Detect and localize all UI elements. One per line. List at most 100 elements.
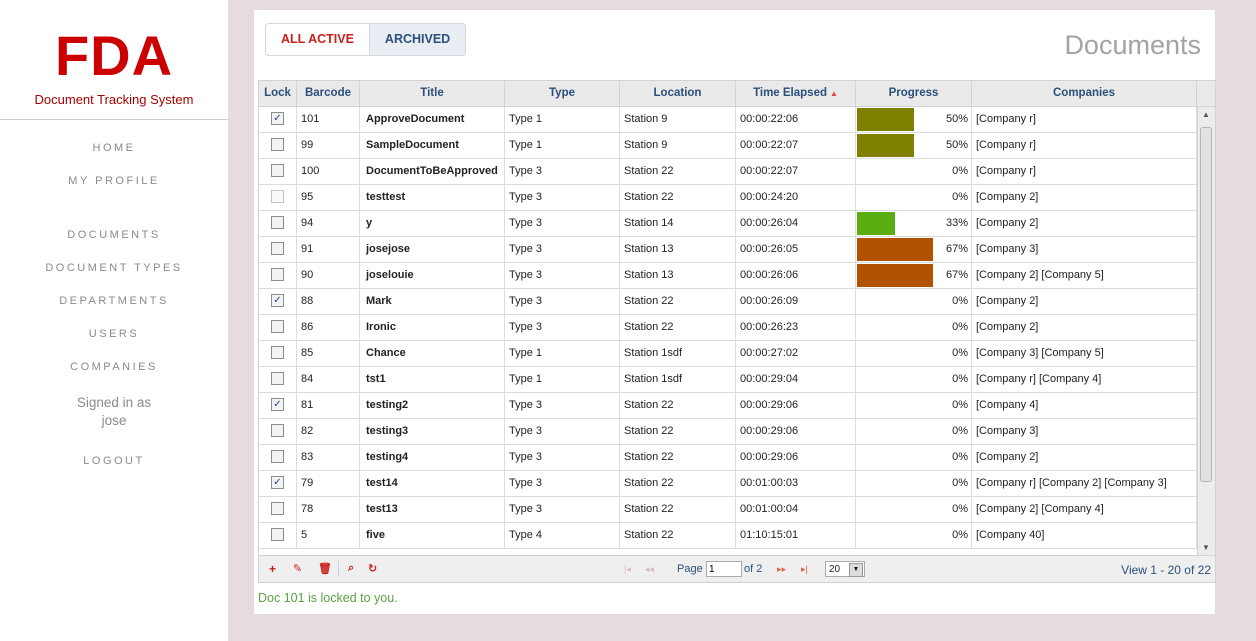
table-row[interactable]: 95 testtest Type 3 Station 22 00:00:24:20 0% [… [259,185,1197,211]
lock-checkbox[interactable] [271,241,284,255]
column-header-time-elapsed[interactable]: Time Elapsed ▲ [736,81,856,106]
nav-users[interactable]: USERS [0,318,228,351]
logout-link[interactable]: LOGOUT [0,455,228,467]
lock-cell [259,341,297,366]
last-page-icon[interactable]: ▸| [801,564,808,575]
table-row[interactable]: 90 joselouie Type 3 Station 13 00:00:26:06 67… [259,263,1197,289]
barcode-cell: 78 [297,497,360,522]
edit-icon[interactable]: ✎ [293,562,302,575]
progress-cell: 0% [856,471,972,496]
page-number-input[interactable] [706,561,742,577]
table-row[interactable]: ✓ 101 ApproveDocument Type 1 Station 9 00:00:… [259,107,1197,133]
time-elapsed-cell: 00:00:29:04 [736,367,856,392]
tab-all-active[interactable]: ALL ACTIVE [266,24,369,55]
lock-checkbox[interactable] [271,345,284,359]
progress-cell: 0% [856,445,972,470]
lock-checkbox[interactable] [271,137,284,151]
title-cell: five [360,523,505,548]
column-header-title[interactable]: Title [360,81,505,106]
lock-checkbox[interactable] [271,163,284,177]
table-row[interactable]: 91 josejose Type 3 Station 13 00:00:26:05 67%… [259,237,1197,263]
type-cell: Type 3 [505,315,620,340]
table-row[interactable]: 84 tst1 Type 1 Station 1sdf 00:00:29:04 0% [Co… [259,367,1197,393]
documents-panel: ALL ACTIVE ARCHIVED Documents Lock Barco… [254,10,1216,614]
column-header-barcode[interactable]: Barcode [297,81,360,106]
title-cell: DocumentToBeApproved [360,159,505,184]
time-elapsed-cell: 00:00:22:06 [736,107,856,132]
table-row[interactable]: 94 y Type 3 Station 14 00:00:26:04 33% [Compan… [259,211,1197,237]
nav-document-types[interactable]: DOCUMENT TYPES [0,252,228,285]
location-cell: Station 13 [620,237,736,262]
column-header-type[interactable]: Type [505,81,620,106]
sidebar: FDA Document Tracking System HOME MY PRO… [0,0,228,641]
scroll-up-icon[interactable]: ▲ [1202,110,1210,119]
delete-icon[interactable]: 🗑 [318,562,332,575]
first-page-icon[interactable]: |◂ [624,564,631,575]
page-size-select[interactable]: 20 ▼ [825,561,865,577]
table-row[interactable]: ✓ 81 testing2 Type 3 Station 22 00:00:29:06 0%… [259,393,1197,419]
scrollbar-thumb[interactable] [1200,127,1212,482]
next-page-icon[interactable]: ▸▸ [777,564,786,575]
lock-checkbox[interactable] [271,501,284,515]
prev-page-icon[interactable]: ◂◂ [645,564,654,575]
lock-cell [259,445,297,470]
barcode-cell: 100 [297,159,360,184]
table-row[interactable]: 82 testing3 Type 3 Station 22 00:00:29:06 0% [… [259,419,1197,445]
companies-cell: [Company 4] [972,393,1197,418]
companies-cell: [Company r] [972,133,1197,158]
column-header-progress[interactable]: Progress [856,81,972,106]
time-elapsed-cell: 00:00:26:23 [736,315,856,340]
lock-checkbox[interactable] [271,267,284,281]
location-cell: Station 9 [620,133,736,158]
time-elapsed-cell: 00:00:26:09 [736,289,856,314]
chevron-down-icon: ▼ [849,563,863,577]
nav-companies[interactable]: COMPANIES [0,351,228,384]
pager-separator [338,561,339,577]
lock-cell [259,419,297,444]
table-row[interactable]: ✓ 88 Mark Type 3 Station 22 00:00:26:09 0% [Com… [259,289,1197,315]
location-cell: Station 13 [620,263,736,288]
lock-checkbox[interactable]: ✓ [271,475,284,489]
title-cell: test14 [360,471,505,496]
table-row[interactable]: 99 SampleDocument Type 1 Station 9 00:00:22:… [259,133,1197,159]
search-icon[interactable]: ⌕ [348,562,354,575]
companies-cell: [Company 3] [Company 5] [972,341,1197,366]
scroll-down-icon[interactable]: ▼ [1202,543,1210,552]
nav-home[interactable]: HOME [0,132,228,165]
progress-label: 0% [952,165,968,177]
table-row[interactable]: 83 testing4 Type 3 Station 22 00:00:29:06 0% [… [259,445,1197,471]
column-header-location[interactable]: Location [620,81,736,106]
lock-checkbox[interactable]: ✓ [271,293,284,307]
progress-label: 50% [945,139,968,151]
time-elapsed-cell: 00:00:22:07 [736,159,856,184]
refresh-icon[interactable]: ↻ [368,562,377,575]
add-icon[interactable]: + [269,562,276,576]
lock-checkbox[interactable] [271,371,284,385]
lock-checkbox[interactable] [271,319,284,333]
lock-checkbox[interactable]: ✓ [271,397,284,411]
progress-label: 50% [945,113,968,125]
nav-documents[interactable]: DOCUMENTS [0,219,228,252]
tab-archived[interactable]: ARCHIVED [368,24,466,55]
nav-my-profile[interactable]: MY PROFILE [0,165,228,198]
table-row[interactable]: 5 five Type 4 Station 22 01:10:15:01 0% [Compa… [259,523,1197,549]
lock-checkbox[interactable]: ✓ [271,111,284,125]
type-cell: Type 3 [505,263,620,288]
lock-checkbox[interactable] [271,423,284,437]
location-cell: Station 22 [620,419,736,444]
vertical-scrollbar[interactable]: ▲ ▼ [1197,107,1215,555]
lock-checkbox[interactable] [271,215,284,229]
table-row[interactable]: 85 Chance Type 1 Station 1sdf 00:00:27:02 0% [… [259,341,1197,367]
lock-checkbox[interactable] [271,449,284,463]
table-row[interactable]: 78 test13 Type 3 Station 22 00:01:00:04 0% [Co… [259,497,1197,523]
column-header-companies[interactable]: Companies [972,81,1197,106]
column-header-lock[interactable]: Lock [259,81,297,106]
title-cell: testing2 [360,393,505,418]
table-row[interactable]: 86 Ironic Type 3 Station 22 00:00:26:23 0% [Co… [259,315,1197,341]
lock-checkbox[interactable] [271,527,284,541]
location-cell: Station 22 [620,315,736,340]
table-row[interactable]: 100 DocumentToBeApproved Type 3 Station 22 0… [259,159,1197,185]
nav-departments[interactable]: DEPARTMENTS [0,285,228,318]
table-row[interactable]: ✓ 79 test14 Type 3 Station 22 00:01:00:03 0% [C… [259,471,1197,497]
type-cell: Type 3 [505,497,620,522]
